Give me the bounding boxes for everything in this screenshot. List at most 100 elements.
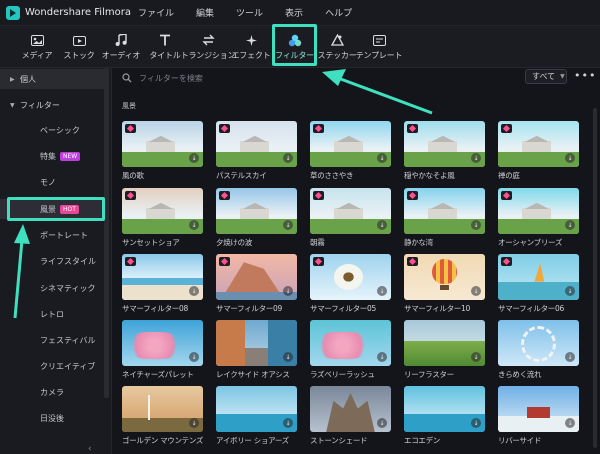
- tab-audio-label: オーディオ: [101, 51, 141, 60]
- filter-thumbnail[interactable]: ↓: [404, 254, 485, 300]
- menu-edit[interactable]: 編集: [196, 6, 214, 19]
- filter-thumbnail[interactable]: ↓: [216, 320, 297, 366]
- sidebar-item-featured[interactable]: 特集 NEW: [0, 146, 104, 166]
- sidebar-item-creative[interactable]: クリエイティブ: [0, 356, 104, 376]
- sidebar-item-mono[interactable]: モノ: [0, 172, 104, 192]
- filter-thumbnail[interactable]: ↓: [216, 121, 297, 167]
- filter-thumbnail[interactable]: ↓: [122, 386, 203, 432]
- sidebar-item-retro[interactable]: レトロ: [0, 304, 104, 324]
- filter-thumbnail[interactable]: ↓: [404, 320, 485, 366]
- filter-thumbnail[interactable]: ↓: [216, 386, 297, 432]
- filter-thumbnail[interactable]: ↓: [498, 254, 579, 300]
- collapse-sidebar-icon[interactable]: ‹: [88, 444, 100, 454]
- download-icon[interactable]: ↓: [283, 286, 293, 296]
- download-icon[interactable]: ↓: [565, 418, 575, 428]
- filter-thumbnail[interactable]: ↓: [122, 254, 203, 300]
- sidebar-item-label: カメラ: [40, 387, 64, 397]
- download-icon[interactable]: ↓: [283, 153, 293, 163]
- transition-icon: [200, 32, 216, 48]
- filter-thumbnail[interactable]: ↓: [216, 254, 297, 300]
- filter-thumbnail[interactable]: ↓: [216, 188, 297, 234]
- filter-category-sidebar: ▶ 個人 ▼ フィルター ベーシック 特集 NEW モノ 風景 HOT ポートレート ラ…: [0, 68, 112, 454]
- tab-sticker[interactable]: ステッカー: [317, 29, 357, 65]
- filter-thumbnail[interactable]: ↓: [122, 121, 203, 167]
- sidebar-category-personal[interactable]: ▶ 個人: [0, 69, 104, 89]
- download-icon[interactable]: ↓: [189, 418, 199, 428]
- sidebar-item-label: ベーシック: [40, 125, 80, 135]
- tab-effect[interactable]: エフェクト: [232, 29, 271, 65]
- sidebar-item-basic[interactable]: ベーシック: [0, 120, 104, 140]
- sidebar-item-label: 日没後: [40, 413, 64, 423]
- filter-type-dropdown[interactable]: すべて ▼: [525, 69, 567, 84]
- filter-thumbnail[interactable]: ↓: [310, 121, 391, 167]
- filter-thumbnail[interactable]: ↓: [310, 386, 391, 432]
- tab-template[interactable]: テンプレート: [356, 29, 402, 65]
- download-icon[interactable]: ↓: [565, 286, 575, 296]
- search-placeholder: フィルターを検索: [139, 73, 203, 83]
- download-icon[interactable]: ↓: [471, 220, 481, 230]
- filter-thumbnail[interactable]: ↓: [404, 386, 485, 432]
- filter-name: オーシャンブリーズ: [498, 238, 563, 247]
- download-icon[interactable]: ↓: [377, 286, 387, 296]
- filter-name: パステルスカイ: [216, 171, 267, 180]
- tab-stock[interactable]: ストック: [62, 29, 96, 65]
- section-title: 風景: [122, 102, 136, 110]
- more-options-icon[interactable]: •••: [574, 69, 596, 82]
- menu-help[interactable]: ヘルプ: [325, 6, 352, 19]
- tab-audio[interactable]: オーディオ: [101, 29, 141, 65]
- filter-thumbnail[interactable]: ↓: [310, 320, 391, 366]
- filter-name: 風の歌: [122, 171, 144, 180]
- filter-name: サマーフィルター08: [122, 304, 188, 313]
- sidebar-item-label: モノ: [40, 177, 56, 187]
- download-icon[interactable]: ↓: [283, 220, 293, 230]
- filter-thumbnail[interactable]: ↓: [498, 386, 579, 432]
- download-icon[interactable]: ↓: [565, 352, 575, 362]
- download-icon[interactable]: ↓: [189, 352, 199, 362]
- sidebar-item-lifestyle[interactable]: ライフスタイル: [0, 251, 104, 271]
- download-icon[interactable]: ↓: [377, 220, 387, 230]
- download-icon[interactable]: ↓: [471, 153, 481, 163]
- menu-tools[interactable]: ツール: [236, 6, 263, 19]
- download-icon[interactable]: ↓: [377, 352, 387, 362]
- sidebar-item-portrait[interactable]: ポートレート: [0, 225, 104, 245]
- sidebar-item-cinematic[interactable]: シネマティック: [0, 278, 104, 298]
- filter-name: アイボリー ショアーズ: [216, 436, 289, 445]
- download-icon[interactable]: ↓: [471, 418, 481, 428]
- tab-media[interactable]: メディア: [20, 29, 54, 65]
- premium-gem-icon: [125, 257, 136, 266]
- filter-thumbnail[interactable]: ↓: [310, 188, 391, 234]
- filter-thumbnail[interactable]: ↓: [404, 188, 485, 234]
- filter-thumbnail[interactable]: ↓: [498, 121, 579, 167]
- tab-transition[interactable]: トランジション: [181, 29, 236, 65]
- download-icon[interactable]: ↓: [283, 352, 293, 362]
- effect-icon: [243, 32, 259, 48]
- download-icon[interactable]: ↓: [565, 220, 575, 230]
- sidebar-item-after-sunset[interactable]: 日没後: [0, 408, 104, 428]
- sidebar-item-festival[interactable]: フェスティバル: [0, 330, 104, 350]
- download-icon[interactable]: ↓: [283, 418, 293, 428]
- grid-scrollbar[interactable]: [593, 108, 597, 448]
- filter-thumbnail[interactable]: ↓: [122, 320, 203, 366]
- download-icon[interactable]: ↓: [471, 352, 481, 362]
- tab-sticker-label: ステッカー: [317, 51, 357, 60]
- filter-thumbnail[interactable]: ↓: [122, 188, 203, 234]
- filter-thumbnail[interactable]: ↓: [498, 188, 579, 234]
- chevron-down-icon: ▼: [560, 73, 565, 80]
- menu-file[interactable]: ファイル: [138, 6, 174, 19]
- filter-thumbnail[interactable]: ↓: [404, 121, 485, 167]
- download-icon[interactable]: ↓: [189, 286, 199, 296]
- sidebar-scrollbar[interactable]: [104, 68, 109, 398]
- sidebar-category-filters[interactable]: ▼ フィルター: [0, 95, 104, 115]
- download-icon[interactable]: ↓: [377, 418, 387, 428]
- menu-view[interactable]: 表示: [285, 6, 303, 19]
- download-icon[interactable]: ↓: [189, 153, 199, 163]
- tab-title[interactable]: タイトル: [147, 29, 183, 65]
- sidebar-item-camera[interactable]: カメラ: [0, 382, 104, 402]
- download-icon[interactable]: ↓: [377, 153, 387, 163]
- download-icon[interactable]: ↓: [565, 153, 575, 163]
- download-icon[interactable]: ↓: [189, 220, 199, 230]
- download-icon[interactable]: ↓: [471, 286, 481, 296]
- search-bar[interactable]: フィルターを検索: [122, 70, 522, 86]
- filter-thumbnail[interactable]: ↓: [498, 320, 579, 366]
- filter-thumbnail[interactable]: ↓: [310, 254, 391, 300]
